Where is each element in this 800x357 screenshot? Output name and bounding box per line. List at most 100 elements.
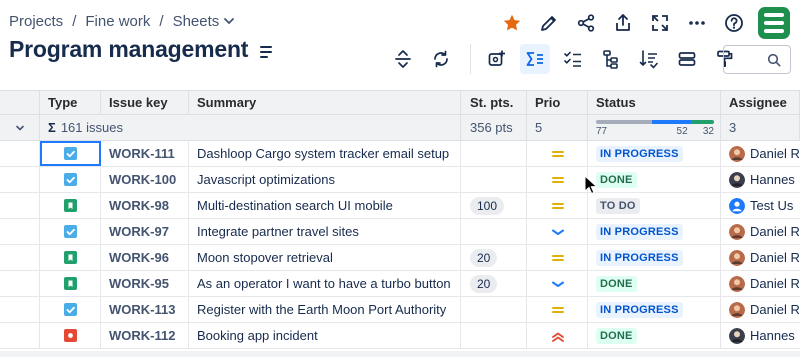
summary-cell[interactable]: Register with the Earth Moon Port Author… (189, 297, 461, 322)
issue-key-cell[interactable]: WORK-95 (101, 271, 189, 296)
issue-key-cell[interactable]: WORK-112 (101, 323, 189, 348)
table-row[interactable]: WORK-112 Booking app incident DONE Hannes (0, 323, 800, 349)
priority-cell[interactable] (527, 297, 588, 322)
issue-key-cell[interactable]: WORK-100 (101, 167, 189, 192)
status-badge[interactable]: IN PROGRESS (596, 145, 683, 162)
issue-key-cell[interactable]: WORK-98 (101, 193, 189, 218)
status-badge[interactable]: IN PROGRESS (596, 223, 683, 240)
story-points-cell[interactable] (461, 219, 527, 244)
summary-cell[interactable]: Booking app incident (189, 323, 461, 348)
share-icon[interactable] (571, 8, 601, 38)
row-gutter[interactable] (0, 323, 40, 348)
status-cell[interactable]: IN PROGRESS (588, 219, 721, 244)
issue-type-cell[interactable] (40, 167, 101, 192)
assignee-cell[interactable]: Daniel R (721, 271, 800, 296)
expand-collapse-icon[interactable] (388, 44, 418, 74)
status-cell[interactable]: TO DO (588, 193, 721, 218)
fullscreen-icon[interactable] (645, 8, 675, 38)
table-row[interactable]: WORK-111 Dashloop Cargo system tracker em… (0, 141, 800, 167)
story-points-cell[interactable] (461, 323, 527, 348)
refresh-icon[interactable] (426, 44, 456, 74)
column-header-summary[interactable]: Summary (189, 91, 461, 114)
priority-cell[interactable] (527, 193, 588, 218)
search-input[interactable] (728, 46, 768, 73)
assignee-cell[interactable]: Hannes (721, 323, 800, 348)
issue-type-cell[interactable] (40, 141, 101, 166)
row-gutter[interactable] (0, 141, 40, 166)
pencil-icon[interactable] (534, 8, 564, 38)
star-icon[interactable] (497, 8, 527, 38)
summary-cell[interactable]: Javascript optimizations (189, 167, 461, 192)
assignee-cell[interactable]: Test Us (721, 193, 800, 218)
status-cell[interactable]: IN PROGRESS (588, 141, 721, 166)
group-toggle[interactable] (0, 115, 40, 140)
summary-cell[interactable]: Multi-destination search UI mobile (189, 193, 461, 218)
story-points-cell[interactable]: 100 (461, 193, 527, 218)
column-header-issue-key[interactable]: Issue key (101, 91, 189, 114)
row-gutter[interactable] (0, 297, 40, 322)
status-badge[interactable]: DONE (596, 171, 637, 188)
summary-cell[interactable]: As an operator I want to have a turbo bu… (189, 271, 461, 296)
issue-type-cell[interactable] (40, 271, 101, 296)
priority-cell[interactable] (527, 141, 588, 166)
issue-key[interactable]: WORK-95 (109, 276, 169, 291)
issue-key-cell[interactable]: WORK-97 (101, 219, 189, 244)
table-row[interactable]: WORK-113 Register with the Earth Moon Por… (0, 297, 800, 323)
chevron-down-icon[interactable] (15, 123, 25, 133)
issue-key[interactable]: WORK-100 (109, 172, 176, 187)
status-cell[interactable]: IN PROGRESS (588, 297, 721, 322)
column-header-type[interactable]: Type (40, 91, 101, 114)
hierarchy-icon[interactable] (596, 44, 626, 74)
status-cell[interactable]: DONE (588, 271, 721, 296)
status-badge[interactable]: IN PROGRESS (596, 249, 683, 266)
column-header-story-points[interactable]: St. pts. (461, 91, 527, 114)
row-gutter[interactable] (0, 219, 40, 244)
story-points-cell[interactable]: 20 (461, 271, 527, 296)
table-row[interactable]: WORK-98 Multi-destination search UI mobil… (0, 193, 800, 219)
status-badge[interactable]: DONE (596, 327, 637, 344)
issue-key[interactable]: WORK-113 (109, 302, 175, 317)
group-icon[interactable] (672, 44, 702, 74)
priority-cell[interactable] (527, 167, 588, 192)
assignee-cell[interactable]: Daniel R (721, 141, 800, 166)
table-row[interactable]: WORK-97 Integrate partner travel sites IN … (0, 219, 800, 245)
story-points-cell[interactable] (461, 297, 527, 322)
status-badge[interactable]: TO DO (596, 197, 640, 214)
status-cell[interactable]: DONE (588, 167, 721, 192)
issue-key[interactable]: WORK-98 (109, 198, 169, 213)
issue-key-cell[interactable]: WORK-113 (101, 297, 189, 322)
issue-key[interactable]: WORK-112 (109, 328, 175, 343)
priority-cell[interactable] (527, 219, 588, 244)
table-row[interactable]: WORK-95 As an operator I want to have a t… (0, 271, 800, 297)
row-gutter[interactable] (0, 271, 40, 296)
issue-key[interactable]: WORK-97 (109, 224, 169, 239)
sum-icon[interactable] (520, 44, 550, 74)
status-cell[interactable]: IN PROGRESS (588, 245, 721, 270)
table-row[interactable]: WORK-96 Moon stopover retrieval 20 IN PROGR… (0, 245, 800, 271)
custom-field-icon[interactable] (482, 44, 512, 74)
sort-filter-icon[interactable] (634, 44, 664, 74)
horizontal-scrollbar[interactable] (0, 351, 800, 357)
row-gutter[interactable] (0, 167, 40, 192)
summary-cell[interactable]: Moon stopover retrieval (189, 245, 461, 270)
help-icon[interactable] (719, 8, 749, 38)
column-header-priority[interactable]: Prio (527, 91, 588, 114)
status-cell[interactable]: DONE (588, 323, 721, 348)
summary-cell[interactable]: Integrate partner travel sites (189, 219, 461, 244)
issue-key[interactable]: WORK-96 (109, 250, 169, 265)
story-points-cell[interactable] (461, 167, 527, 192)
issue-type-cell[interactable] (40, 245, 101, 270)
story-points-cell[interactable]: 20 (461, 245, 527, 270)
row-gutter[interactable] (0, 245, 40, 270)
chevron-down-icon[interactable] (224, 16, 235, 28)
issue-key-cell[interactable]: WORK-96 (101, 245, 189, 270)
priority-cell[interactable] (527, 271, 588, 296)
status-badge[interactable]: DONE (596, 275, 637, 292)
issue-key[interactable]: WORK-111 (109, 146, 175, 161)
story-points-cell[interactable] (461, 141, 527, 166)
column-header-status[interactable]: Status (588, 91, 721, 114)
assignee-cell[interactable]: Daniel R (721, 245, 800, 270)
status-badge[interactable]: IN PROGRESS (596, 301, 683, 318)
priority-cell[interactable] (527, 323, 588, 348)
summary-cell[interactable]: Dashloop Cargo system tracker email setu… (189, 141, 461, 166)
